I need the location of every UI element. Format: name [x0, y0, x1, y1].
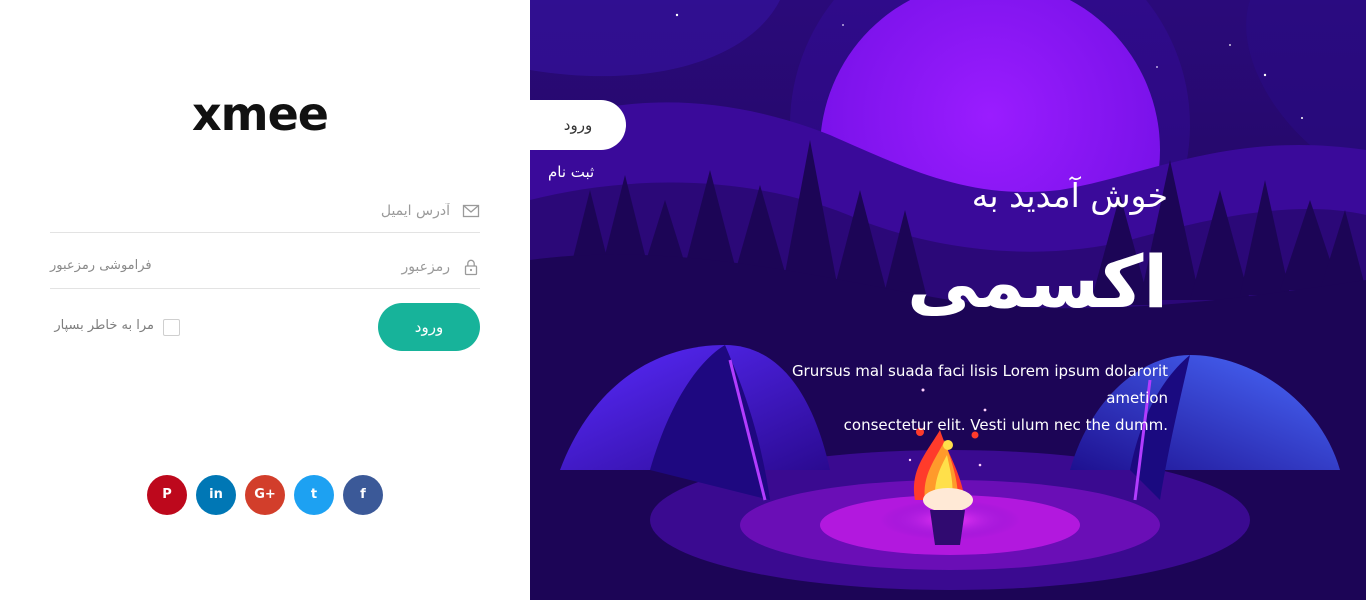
facebook-icon[interactable]: f	[343, 475, 383, 515]
password-field: فراموشی رمزعبور	[50, 244, 480, 289]
twitter-icon[interactable]: t	[294, 475, 334, 515]
google-plus-icon[interactable]: G+	[245, 475, 285, 515]
welcome-heading: خوش آمدید به	[971, 176, 1168, 215]
tab-register[interactable]: ثبت نام	[548, 163, 594, 181]
login-panel: xmee فراموشی رمزعبور مرا به خاطر بسپار و…	[0, 0, 530, 600]
remember-me[interactable]: مرا به خاطر بسپار	[50, 317, 180, 337]
email-field	[50, 188, 480, 233]
linkedin-icon[interactable]: in	[196, 475, 236, 515]
remember-me-checkbox[interactable]	[163, 319, 180, 336]
forgot-password-link[interactable]: فراموشی رمزعبور	[50, 258, 152, 273]
pinterest-icon[interactable]: P	[147, 475, 187, 515]
envelope-icon	[462, 202, 480, 220]
email-input[interactable]	[200, 200, 450, 222]
hero-tagline-line-2: .consectetur elit. Vesti ulum nec the du…	[843, 416, 1168, 434]
lock-icon	[462, 258, 480, 276]
hero-brand-name: اکسمی	[907, 240, 1168, 324]
logo: xmee	[192, 87, 329, 141]
tab-login[interactable]: ورود	[530, 100, 626, 150]
remember-me-label: مرا به خاطر بسپار	[54, 318, 154, 333]
hero-tagline: Grursus mal suada faci lisis Lorem ipsum…	[738, 358, 1168, 439]
hero-panel: ورود ثبت نام خوش آمدید به اکسمی Grursus …	[530, 0, 1366, 600]
hero-tagline-line-1: Grursus mal suada faci lisis Lorem ipsum…	[791, 362, 1168, 407]
login-submit-button[interactable]: ورود	[378, 303, 480, 351]
password-input[interactable]	[200, 256, 450, 278]
